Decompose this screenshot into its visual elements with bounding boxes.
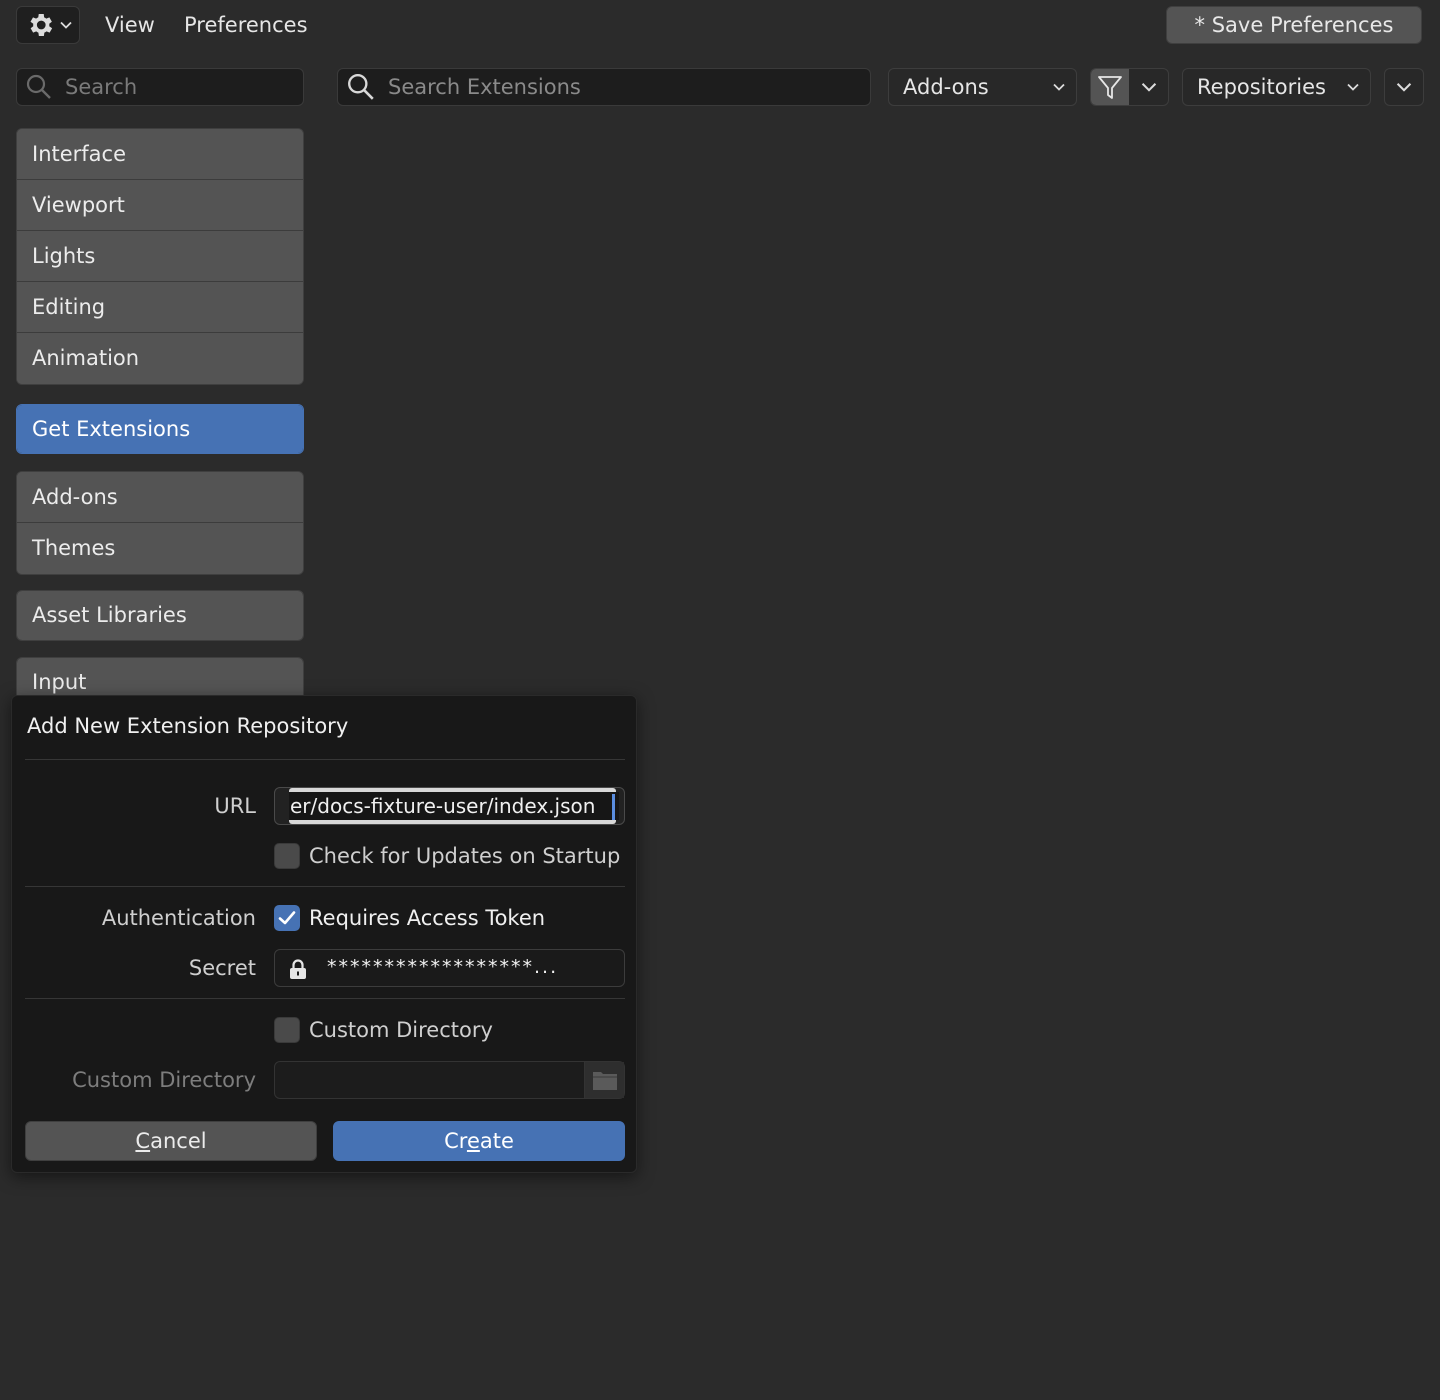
nav-group-extensions: Get Extensions: [16, 404, 304, 454]
filter-menu-button[interactable]: [1129, 69, 1168, 105]
nav-group-addons: Add-ons Themes: [16, 471, 304, 575]
search-icon: [26, 74, 51, 99]
create-button[interactable]: Create: [333, 1121, 625, 1161]
create-hotkey-letter: e: [466, 1129, 480, 1153]
repositories-dropdown[interactable]: Repositories: [1182, 68, 1371, 106]
chevron-down-icon: [1141, 83, 1156, 92]
secret-label: Secret: [188, 956, 256, 980]
divider: [25, 886, 625, 887]
repositories-value: Repositories: [1197, 75, 1326, 99]
text-cursor: [612, 794, 615, 820]
extensions-search-placeholder: Search Extensions: [388, 75, 581, 99]
lock-icon: [290, 959, 306, 979]
create-label-prefix: Cr: [444, 1129, 467, 1153]
cancel-button[interactable]: Cancel: [25, 1121, 317, 1161]
menu-view[interactable]: View: [105, 10, 155, 40]
sidebar-item-lights[interactable]: Lights: [17, 231, 303, 282]
search-placeholder: Search: [65, 75, 138, 99]
custom-directory-toggle-label: Custom Directory: [309, 1018, 493, 1042]
save-preferences-button[interactable]: * Save Preferences: [1166, 6, 1422, 44]
cancel-hotkey-letter: C: [135, 1129, 151, 1153]
menu-preferences[interactable]: Preferences: [184, 10, 308, 40]
sidebar-item-interface[interactable]: Interface: [17, 129, 303, 180]
filter-toggle[interactable]: [1091, 69, 1129, 105]
extensions-search-input[interactable]: Search Extensions: [337, 68, 871, 106]
sidebar-item-editing[interactable]: Editing: [17, 282, 303, 333]
authentication-label: Authentication: [101, 906, 256, 930]
sidebar-item-animation[interactable]: Animation: [17, 333, 303, 384]
secret-input[interactable]: ******************...: [274, 949, 625, 987]
chevron-down-icon: [1053, 83, 1065, 91]
chevron-down-icon: [1396, 83, 1412, 92]
custom-directory-checkbox[interactable]: [274, 1017, 300, 1043]
requires-token-label: Requires Access Token: [309, 906, 546, 930]
requires-token-checkbox[interactable]: [274, 905, 300, 931]
url-label: URL: [214, 794, 256, 818]
nav-group-general: Interface Viewport Lights Editing Animat…: [16, 128, 304, 385]
custom-directory-input[interactable]: [274, 1061, 625, 1099]
custom-directory-label: Custom Directory: [72, 1068, 256, 1092]
browse-folder-button[interactable]: [584, 1062, 624, 1098]
gear-icon: [30, 14, 53, 36]
funnel-icon: [1098, 76, 1122, 99]
extension-type-value: Add-ons: [903, 75, 989, 99]
editor-type-button[interactable]: [16, 6, 80, 44]
create-label-rest: ate: [479, 1129, 514, 1153]
sidebar-item-get-extensions[interactable]: Get Extensions: [17, 405, 303, 453]
divider: [25, 759, 625, 760]
sidebar-item-add-ons[interactable]: Add-ons: [17, 472, 303, 523]
extensions-menu-button[interactable]: [1384, 68, 1424, 106]
check-updates-label: Check for Updates on Startup: [309, 844, 621, 868]
check-updates-checkbox[interactable]: [274, 843, 300, 869]
secret-value: ******************...: [327, 956, 559, 978]
chevron-down-icon: [60, 21, 72, 29]
sidebar-item-viewport[interactable]: Viewport: [17, 180, 303, 231]
nav-group-assets: Asset Libraries: [16, 590, 304, 641]
dialog-title: Add New Extension Repository: [27, 714, 349, 738]
folder-icon: [593, 1072, 617, 1090]
add-repository-dialog: Add New Extension Repository URL er/docs…: [11, 695, 637, 1173]
cancel-label-rest: ancel: [150, 1129, 207, 1153]
extension-type-dropdown[interactable]: Add-ons: [888, 68, 1077, 106]
filter-button-group: [1090, 68, 1169, 106]
sidebar-item-asset-libraries[interactable]: Asset Libraries: [17, 591, 303, 640]
sidebar-item-themes[interactable]: Themes: [17, 523, 303, 574]
url-input[interactable]: er/docs-fixture-user/index.json: [274, 787, 625, 825]
chevron-down-icon: [1347, 83, 1359, 91]
url-value: er/docs-fixture-user/index.json: [290, 794, 596, 818]
divider: [25, 998, 625, 999]
preferences-search-input[interactable]: Search: [16, 68, 304, 106]
search-icon: [348, 74, 374, 100]
checkmark-icon: [278, 911, 296, 925]
